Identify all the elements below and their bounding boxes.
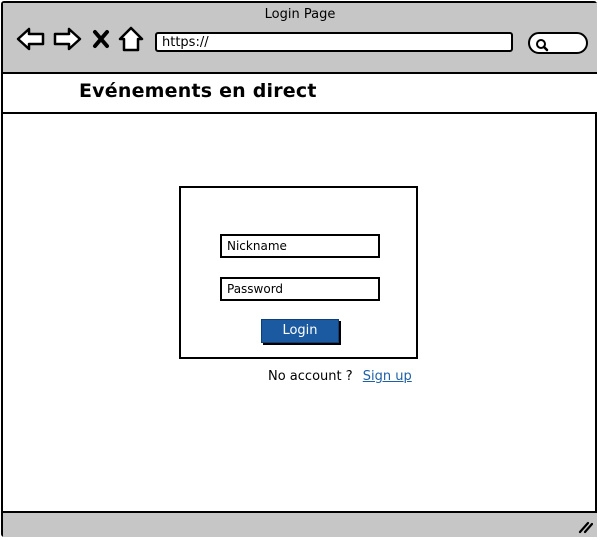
forward-arrow-icon[interactable] [52,25,82,53]
home-icon[interactable] [117,25,147,53]
signup-row: No account ? Sign up [268,369,412,384]
url-text: https:// [162,35,209,50]
signup-prompt: No account ? [268,369,353,384]
signup-link[interactable]: Sign up [363,369,412,384]
login-button[interactable]: Login [261,319,339,343]
status-bar [3,511,597,537]
resize-grip-icon[interactable] [577,519,594,538]
password-field[interactable] [220,277,380,301]
page-header: Evénements en direct [3,74,597,114]
window-title: Login Page [264,7,336,22]
search-icon [535,37,549,56]
close-x-icon[interactable] [90,25,120,53]
back-arrow-icon[interactable] [16,25,46,53]
search-field[interactable] [528,32,588,54]
browser-toolbar: Login Page https:// [3,3,597,74]
url-bar[interactable]: https:// [155,32,513,52]
page-title: Evénements en direct [79,80,317,102]
nickname-field[interactable] [220,234,380,258]
login-form: Login [179,186,418,359]
